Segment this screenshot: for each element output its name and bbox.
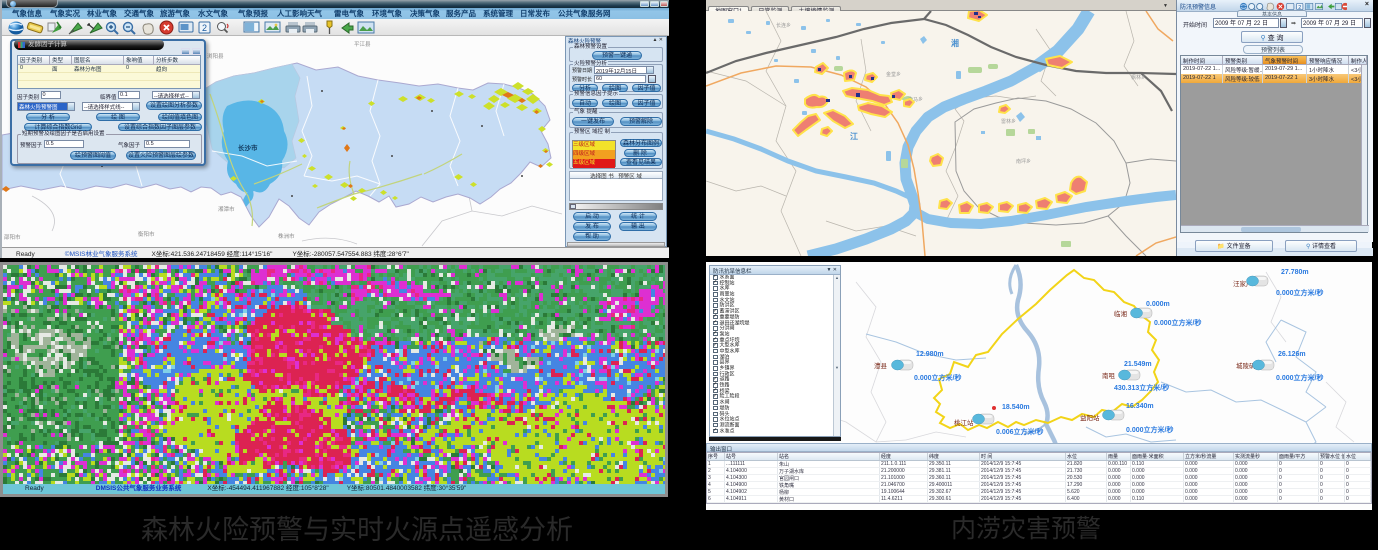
svg-text:澧县: 澧县 [874, 361, 888, 370]
svg-text:浏阳县: 浏阳县 [207, 52, 224, 60]
svg-text:2: 2 [202, 23, 207, 33]
svg-text:枫林乡: 枫林乡 [1131, 74, 1146, 81]
svg-text:湘: 湘 [951, 38, 959, 48]
svg-text:长连乡: 长连乡 [776, 22, 791, 29]
svg-text:桃江站: 桃江站 [954, 418, 974, 427]
svg-text:16.340m: 16.340m [1126, 403, 1154, 410]
svg-text:长沙市: 长沙市 [238, 143, 258, 152]
svg-text:0.000立方米/秒: 0.000立方米/秒 [1276, 288, 1323, 297]
svg-text:12.980m: 12.980m [916, 351, 944, 358]
svg-text:18.540m: 18.540m [1002, 404, 1030, 411]
svg-text:0.000立方米/秒: 0.000立方米/秒 [1126, 425, 1173, 434]
svg-text:金堂乡: 金堂乡 [886, 71, 901, 78]
svg-text:21.549m: 21.549m [1124, 361, 1152, 368]
svg-text:株洲市: 株洲市 [278, 232, 295, 240]
svg-text:0.000立方米/秒: 0.000立方米/秒 [914, 373, 961, 382]
svg-text:衡阳市: 衡阳市 [138, 230, 155, 238]
svg-text:0.000立方米/秒: 0.000立方米/秒 [1154, 318, 1201, 327]
svg-text:0.000m: 0.000m [1146, 301, 1170, 308]
svg-text:益阳站: 益阳站 [1080, 413, 1100, 422]
svg-text:邵阳市: 邵阳市 [4, 233, 21, 241]
svg-text:平江县: 平江县 [354, 41, 371, 48]
svg-text:南坪乡: 南坪乡 [1016, 158, 1031, 165]
svg-text:0.006立方米/秒: 0.006立方米/秒 [996, 427, 1043, 436]
svg-text:26.126m: 26.126m [1278, 351, 1306, 358]
svg-text:430.313立方米/秒: 430.313立方米/秒 [1114, 383, 1169, 392]
svg-text:南咀: 南咀 [1102, 371, 1116, 380]
svg-text:0.000立方米/秒: 0.000立方米/秒 [1276, 373, 1323, 382]
svg-text:27.780m: 27.780m [1281, 269, 1309, 276]
svg-text:江: 江 [850, 131, 858, 141]
svg-text:临湘: 临湘 [1114, 309, 1127, 318]
svg-text:湘潭市: 湘潭市 [218, 205, 235, 213]
svg-text:雷林乡: 雷林乡 [1001, 118, 1016, 125]
